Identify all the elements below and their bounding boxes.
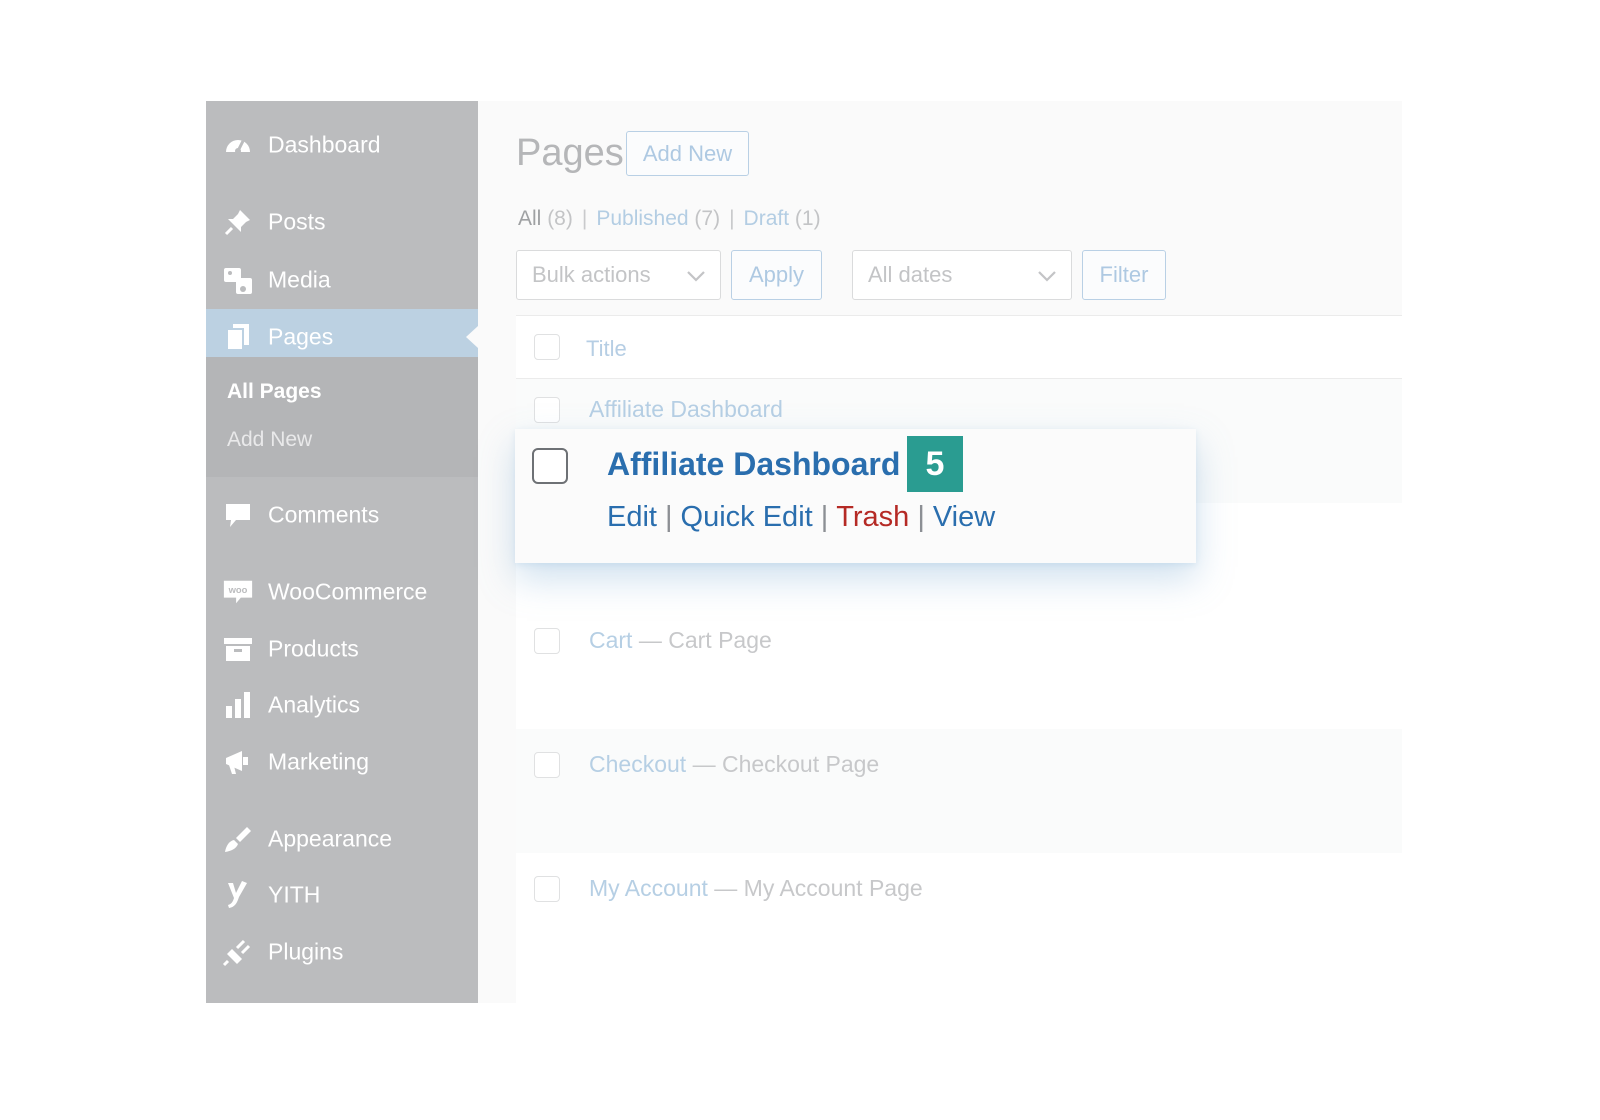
sidebar-item-plugins[interactable]: Plugins (206, 924, 478, 980)
table-row: Cart — Cart Page (516, 605, 1402, 729)
dashboard-gauge-icon (222, 129, 254, 161)
sidebar-item-label: Pages (268, 323, 334, 350)
select-all-checkbox[interactable] (534, 334, 560, 360)
sidebar-item-label: Analytics (268, 691, 361, 718)
sidebar-item-label: Media (268, 266, 331, 293)
row-title-link[interactable]: Cart (589, 627, 632, 653)
pages-table: Title Affiliate Dashboard Cart — Cart Pa… (516, 315, 1402, 1003)
table-row: My Account — My Account Page (516, 853, 1402, 977)
row-checkbox[interactable] (534, 397, 560, 423)
submenu-all-pages[interactable]: All Pages (227, 380, 322, 404)
row-title: Affiliate Dashboard (589, 396, 783, 423)
sidebar-item-label: Marketing (268, 748, 369, 775)
filter-published-count: (7) (694, 207, 721, 230)
edit-link[interactable]: Edit (607, 501, 657, 533)
row-title: Checkout — Checkout Page (589, 751, 879, 778)
highlighted-row-title[interactable]: Affiliate Dashboard (607, 446, 900, 483)
bar-chart-icon (222, 689, 254, 721)
filter-draft[interactable]: Draft (744, 207, 790, 230)
row-checkbox[interactable] (534, 752, 560, 778)
woo-icon: woo (222, 576, 254, 608)
sidebar-item-woocommerce[interactable]: woo WooCommerce (206, 564, 478, 620)
row-page-state: — My Account Page (714, 875, 923, 901)
admin-sidebar: Dashboard Posts Media Pages All Pages Ad… (206, 101, 478, 1003)
quick-edit-link[interactable]: Quick Edit (681, 501, 813, 533)
archive-box-icon (222, 633, 254, 665)
row-title-link[interactable]: Affiliate Dashboard (589, 396, 783, 422)
apply-button[interactable]: Apply (731, 250, 822, 300)
comment-bubble-icon (222, 499, 254, 531)
sidebar-item-analytics[interactable]: Analytics (206, 677, 478, 733)
highlighted-row-checkbox[interactable] (532, 448, 568, 484)
yith-icon (222, 879, 254, 911)
current-menu-arrow (466, 326, 478, 348)
row-page-state: — Cart Page (638, 627, 772, 653)
filter-button[interactable]: Filter (1082, 250, 1166, 300)
woo-logo-text: woo (228, 584, 248, 595)
row-page-state: — Checkout Page (692, 751, 880, 777)
date-filter-select[interactable]: All dates (852, 250, 1072, 300)
row-checkbox[interactable] (534, 876, 560, 902)
row-title-link[interactable]: My Account (589, 875, 708, 901)
bulk-actions-value: Bulk actions (532, 262, 651, 287)
pages-icon (222, 321, 254, 353)
view-link[interactable]: View (933, 501, 995, 533)
bulk-actions-select[interactable]: Bulk actions (516, 250, 721, 300)
add-new-page-button[interactable]: Add New (626, 131, 749, 176)
column-title[interactable]: Title (586, 336, 627, 362)
sidebar-item-label: WooCommerce (268, 578, 428, 605)
sidebar-item-label: Comments (268, 501, 380, 528)
paintbrush-icon (222, 823, 254, 855)
chevron-down-icon (1037, 262, 1057, 288)
plug-icon (222, 936, 254, 968)
sidebar-item-label: Posts (268, 208, 326, 235)
action-separator: | (820, 501, 829, 533)
date-filter-value: All dates (868, 262, 953, 287)
row-checkbox[interactable] (534, 628, 560, 654)
sidebar-item-label: Plugins (268, 938, 344, 965)
filter-published[interactable]: Published (596, 207, 688, 230)
sidebar-item-marketing[interactable]: Marketing (206, 734, 478, 790)
table-row: Checkout — Checkout Page (516, 729, 1402, 853)
action-separator: | (664, 501, 673, 533)
action-separator: | (917, 501, 925, 533)
chevron-down-icon (686, 262, 706, 288)
highlighted-row-card: Affiliate Dashboard 5 Edit | Quick Edit | Tr… (515, 429, 1196, 563)
table-header: Title (516, 316, 1402, 379)
row-title: My Account — My Account Page (589, 875, 923, 902)
pages-submenu: All Pages Add New (206, 357, 478, 477)
row-actions: Edit | Quick Edit | Trash | View (607, 501, 995, 534)
row-title: Cart — Cart Page (589, 627, 772, 654)
page-title: Pages (516, 132, 624, 174)
row-title-link[interactable]: Checkout (589, 751, 686, 777)
sidebar-item-media[interactable]: Media (206, 252, 478, 308)
sidebar-item-appearance[interactable]: Appearance (206, 811, 478, 867)
filter-draft-count: (1) (794, 207, 821, 230)
status-filters: All (8) | Published (7) | Draft (1) (518, 207, 821, 231)
sidebar-item-posts[interactable]: Posts (206, 194, 478, 250)
sidebar-item-label: Dashboard (268, 131, 381, 158)
filter-separator: | (729, 207, 735, 230)
sidebar-item-label: Products (268, 635, 359, 662)
sidebar-item-products[interactable]: Products (206, 621, 478, 677)
filter-separator: | (581, 207, 588, 230)
sidebar-item-label: Appearance (268, 825, 393, 852)
pushpin-icon (222, 206, 254, 238)
filter-all-count: (8) (547, 207, 573, 230)
sidebar-item-label: YITH (268, 881, 321, 908)
submenu-add-new[interactable]: Add New (227, 428, 312, 452)
trash-link[interactable]: Trash (836, 501, 909, 533)
sidebar-item-dashboard[interactable]: Dashboard (206, 117, 478, 173)
media-icon (222, 264, 254, 296)
sidebar-item-yith[interactable]: YITH (206, 867, 478, 923)
megaphone-icon (222, 746, 254, 778)
filter-all[interactable]: All (518, 207, 541, 230)
sidebar-item-comments[interactable]: Comments (206, 487, 478, 543)
step-number-badge: 5 (907, 436, 963, 492)
